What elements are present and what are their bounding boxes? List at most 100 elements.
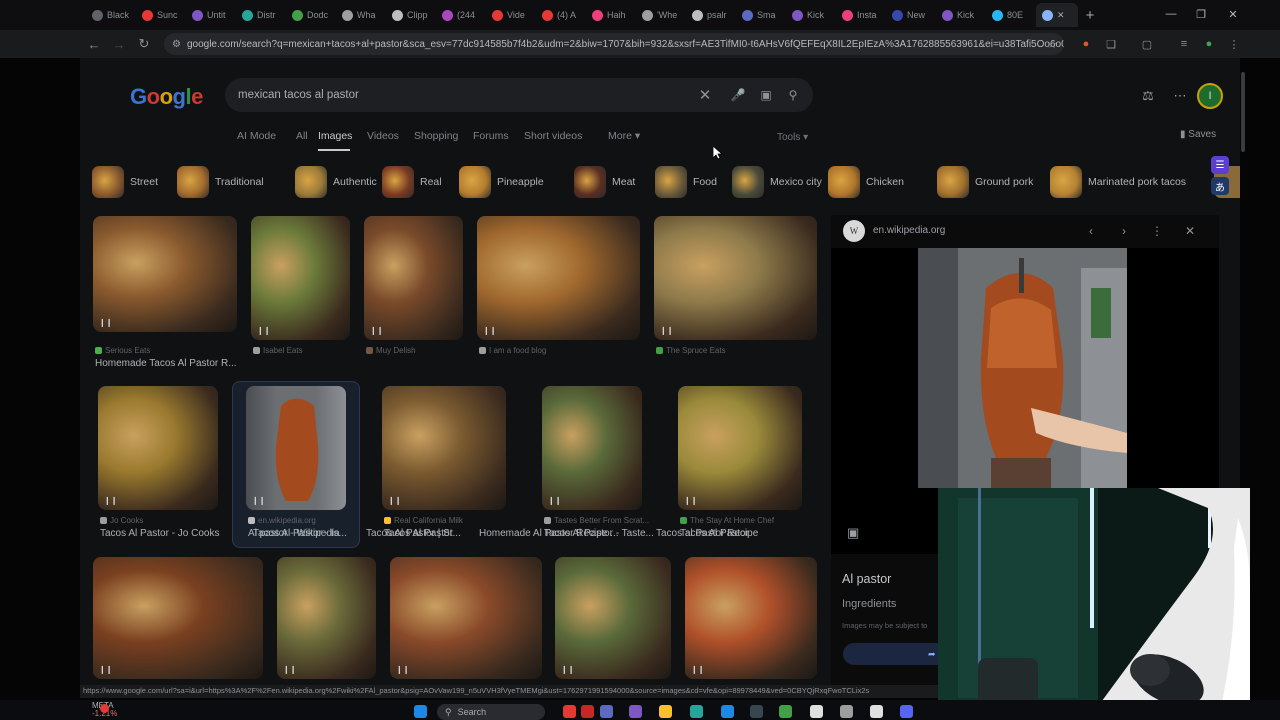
browser-tab[interactable]: Dodc (286, 3, 336, 27)
puzzle-icon[interactable]: ❑ (1102, 35, 1120, 53)
start-icon[interactable] (414, 705, 427, 718)
taskbar-app-icon[interactable] (581, 705, 594, 718)
result-image[interactable]: ❙❙ (382, 386, 506, 510)
result-image[interactable]: ❙❙ (277, 557, 376, 679)
result-image[interactable]: ❙❙ (93, 216, 237, 332)
browser-tab[interactable]: Kick (936, 3, 986, 27)
result-image[interactable]: ❙❙ (93, 557, 263, 679)
reload-icon[interactable]: ↻ (132, 32, 156, 56)
close-tab-icon[interactable]: ✕ (1057, 10, 1065, 21)
browser-tab[interactable]: Black (86, 3, 136, 27)
browser-tab[interactable]: Untit (186, 3, 236, 27)
taskbar-app-icon[interactable] (659, 705, 672, 718)
browser-tab[interactable]: Insta (836, 3, 886, 27)
result-title[interactable]: Tacos Al Pastor - Taste... (544, 528, 674, 539)
result-source[interactable]: Isabel Eats (253, 346, 372, 355)
result-image[interactable]: ❙❙ (654, 216, 817, 340)
taskbar-app-icon[interactable] (870, 705, 883, 718)
chip-traditional[interactable]: Traditional (177, 165, 264, 199)
labs-flask-icon[interactable]: ⚖ (1138, 86, 1158, 106)
taskbar-app-icon[interactable] (779, 705, 792, 718)
browser-tab[interactable]: New (886, 3, 936, 27)
result-source[interactable]: The Stay At Home Chef (680, 516, 824, 525)
next-image-icon[interactable]: › (1113, 220, 1135, 242)
chip-chicken[interactable]: Chicken (828, 165, 904, 199)
chip-mexico-city[interactable]: Mexico city (732, 165, 822, 199)
browser-tab[interactable]: Distr (236, 3, 286, 27)
result-title[interactable]: Tacos Al Pastor (680, 528, 834, 539)
tab-videos[interactable]: Videos (367, 130, 399, 142)
result-source[interactable]: Tastes Better From Scrat... (544, 516, 664, 525)
tab-more[interactable]: More ▾ (608, 130, 640, 142)
taskbar-search[interactable]: ⚲ Search (437, 704, 545, 720)
chip-marinated-pork-tacos[interactable]: Marinated pork tacos (1050, 165, 1186, 199)
taskbar-app-icon[interactable] (900, 705, 913, 718)
browser-tab[interactable]: Clipp (386, 3, 436, 27)
result-image[interactable]: ❙❙ (246, 386, 346, 510)
taskbar-app-icon[interactable] (750, 705, 763, 718)
tab-forums[interactable]: Forums (473, 130, 509, 142)
extension-icon[interactable]: ● (1077, 35, 1095, 53)
chip-pineapple[interactable]: Pineapple (459, 165, 544, 199)
result-image[interactable]: ❙❙ (542, 386, 642, 510)
result-source[interactable]: Muy Delish (366, 346, 485, 355)
panel-title[interactable]: Al pastor (842, 572, 891, 586)
tab-shopping[interactable]: Shopping (414, 130, 458, 142)
tab-images[interactable]: Images (318, 130, 352, 142)
result-source[interactable]: Real California Milk (384, 516, 528, 525)
result-title[interactable]: Tacos Al Pastor (384, 528, 538, 539)
taskbar-app-icon[interactable] (690, 705, 703, 718)
browser-tab[interactable]: (4) A (536, 3, 586, 27)
chip-food[interactable]: Food (655, 165, 717, 199)
taskbar-app-icon[interactable] (840, 705, 853, 718)
browser-tab[interactable]: 'Whe (636, 3, 686, 27)
result-image[interactable]: ❙❙ (251, 216, 350, 340)
panel-source[interactable]: en.wikipedia.org (873, 225, 945, 236)
search-icon[interactable]: ⚲ (784, 86, 802, 104)
result-title[interactable]: Al pastor - Wikipedia (248, 528, 378, 539)
chip-meat[interactable]: Meat (574, 165, 635, 199)
browser-tab[interactable]: Sunc (136, 3, 186, 27)
browser-tab[interactable]: Haih (586, 3, 636, 27)
close-panel-icon[interactable]: ✕ (1179, 220, 1201, 242)
taskbar-app-icon[interactable] (600, 705, 613, 718)
downloads-icon[interactable]: ≡ (1175, 35, 1193, 53)
address-bar[interactable]: ⚙ google.com/search?q=mexican+tacos+al+p… (164, 33, 1064, 55)
result-image[interactable]: ❙❙ (364, 216, 463, 340)
page-scrollbar[interactable] (1241, 72, 1245, 152)
search-input[interactable]: mexican tacos al pastor (225, 78, 813, 112)
tab-ai-mode[interactable]: AI Mode (237, 130, 276, 142)
apps-grid-icon[interactable]: ⋯ (1170, 86, 1190, 106)
result-source[interactable]: The Spruce Eats (656, 346, 839, 355)
bookmark-star-icon[interactable]: ☆ (1043, 35, 1061, 53)
close-window-icon[interactable]: ✕ (1218, 4, 1248, 24)
voice-search-icon[interactable]: 🎤 (729, 86, 747, 104)
more-options-icon[interactable]: ⋮ (1146, 220, 1168, 242)
chip-ground-pork[interactable]: Ground pork (937, 165, 1033, 199)
chip-authentic[interactable]: Authentic (295, 165, 377, 199)
result-title[interactable]: Homemade Tacos Al Pastor R... (95, 358, 269, 369)
result-title[interactable]: Tacos Al Pastor - Jo Cooks (100, 528, 250, 539)
restore-icon[interactable]: ❐ (1186, 4, 1216, 24)
result-source[interactable]: en.wikipedia.org (248, 516, 368, 525)
new-tab-icon[interactable]: + (1078, 3, 1102, 27)
result-image[interactable]: ❙❙ (678, 386, 802, 510)
visual-search-icon[interactable]: ▣ (847, 525, 859, 541)
chip-street[interactable]: Street (92, 165, 158, 199)
account-avatar[interactable]: I (1197, 83, 1223, 109)
google-logo[interactable]: Google (130, 84, 203, 110)
result-source[interactable]: Serious Eats (95, 346, 259, 355)
chip-real[interactable]: Real (382, 165, 442, 199)
taskbar-app-icon[interactable] (629, 705, 642, 718)
translate-extension-icon[interactable]: あ (1211, 177, 1229, 195)
tab-all[interactable]: All (296, 130, 308, 142)
browser-tab[interactable]: Vide (486, 3, 536, 27)
back-icon[interactable]: ← (82, 32, 106, 56)
browser-tab[interactable]: Wha (336, 3, 386, 27)
previous-image-icon[interactable]: ‹ (1080, 220, 1102, 242)
result-source[interactable]: Jo Cooks (100, 516, 240, 525)
result-image[interactable]: ❙❙ (685, 557, 817, 679)
result-image[interactable]: ❙❙ (555, 557, 671, 679)
lens-search-icon[interactable]: ▣ (757, 86, 775, 104)
browser-tab[interactable]: 80E (986, 3, 1036, 27)
